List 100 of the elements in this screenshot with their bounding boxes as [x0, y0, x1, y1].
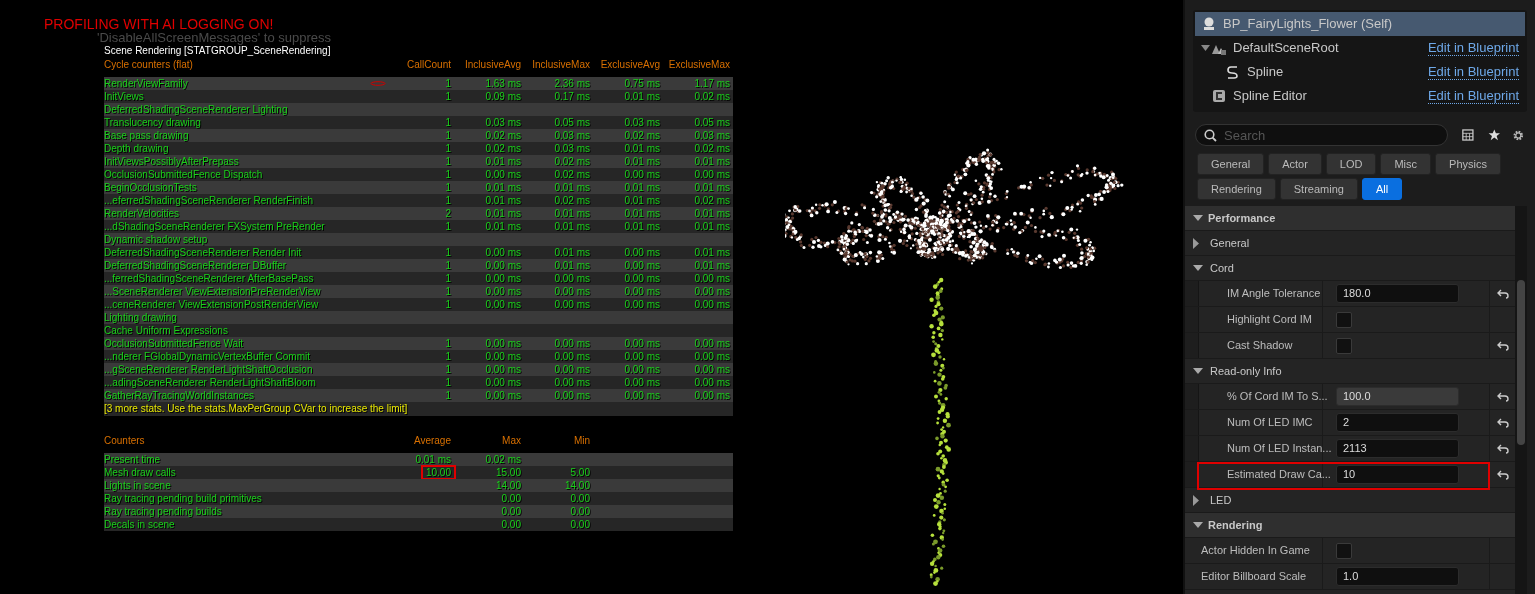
search-field[interactable]: Search	[1195, 124, 1448, 146]
category-header[interactable]: Rendering	[1208, 516, 1263, 534]
reset-arrow-icon[interactable]	[1496, 443, 1509, 454]
stat-value: 0.00 ms	[485, 390, 521, 401]
filter-tab[interactable]: Misc	[1380, 153, 1432, 175]
filter-tab[interactable]: Streaming	[1279, 178, 1358, 200]
filter-tab[interactable]: Actor	[1268, 153, 1322, 175]
stat-value: 0.00 ms	[554, 351, 590, 362]
group-header[interactable]: General	[1210, 234, 1250, 252]
stat-name: DeferredShadingSceneRenderer Lighting	[104, 104, 288, 115]
stat-group-title: Scene Rendering [STATGROUP_SceneRendering]	[104, 45, 331, 56]
stat-value: 0.00 ms	[485, 299, 521, 310]
collapse-arrow-icon[interactable]	[1193, 215, 1205, 221]
stat-value: 0.00 ms	[554, 390, 590, 401]
component-label: DefaultSceneRoot	[1233, 39, 1340, 58]
table-icon[interactable]	[1462, 128, 1474, 142]
column-header: ExclusiveAvg	[600, 59, 660, 70]
column-header: ExclusiveMax	[668, 59, 730, 70]
stat-value: 0.02 ms	[694, 91, 730, 102]
collapse-arrow-icon[interactable]	[1201, 45, 1211, 51]
number-field[interactable]: 1.0	[1336, 567, 1459, 586]
number-field[interactable]: 2113	[1336, 439, 1459, 458]
stat-value: 0.01 ms	[624, 195, 660, 206]
stat-value: 0.01 ms	[694, 182, 730, 193]
stat-value: 0.02 ms	[485, 143, 521, 154]
stat-value: 0.00 ms	[485, 169, 521, 180]
stat-value: 0.00 ms	[554, 338, 590, 349]
filter-tab[interactable]: LOD	[1325, 153, 1377, 175]
stat-value: 0.01 ms	[554, 260, 590, 271]
stat-value: 0.02 ms	[554, 195, 590, 206]
counter-name: Decals in scene	[104, 519, 175, 530]
stat-value: 0.00 ms	[624, 286, 660, 297]
group-header[interactable]: Read-only Info	[1210, 362, 1282, 380]
stat-value: 0.03 ms	[554, 143, 590, 154]
counter-value: 0.00	[570, 518, 590, 531]
group-header[interactable]: Cord	[1210, 259, 1234, 277]
spline-icon	[1225, 64, 1241, 80]
reset-arrow-icon[interactable]	[1496, 340, 1509, 351]
readonly-field: 100.0	[1336, 387, 1459, 406]
stat-value: 1	[445, 117, 451, 128]
group-header[interactable]: LED	[1210, 491, 1232, 509]
stat-value: 0.00 ms	[485, 247, 521, 258]
filter-tab[interactable]: Physics	[1435, 153, 1501, 175]
component-row[interactable]: BP_FairyLights_Flower (Self)	[1195, 12, 1525, 36]
stat-name: ...SceneRenderer ViewExtensionPreRenderView	[104, 286, 321, 297]
stat-value: 1	[445, 169, 451, 180]
stat-value: 1	[445, 364, 451, 375]
stat-value: 0.01 ms	[485, 221, 521, 232]
counter-value: 0.00	[501, 505, 521, 518]
reset-arrow-icon[interactable]	[1496, 288, 1509, 299]
stat-value: 1	[445, 221, 451, 232]
edit-in-blueprint-link[interactable]: Edit in Blueprint	[1427, 64, 1519, 80]
counter-value: 0.00	[570, 492, 590, 505]
stat-value: 1	[445, 390, 451, 401]
stat-value: 0.00 ms	[694, 351, 730, 362]
stat-name: DeferredShadingSceneRenderer DBuffer	[104, 260, 287, 271]
number-field[interactable]: 180.0	[1336, 284, 1459, 303]
checkbox[interactable]	[1336, 337, 1352, 354]
reset-arrow-icon[interactable]	[1496, 417, 1509, 428]
reset-arrow-icon[interactable]	[1496, 469, 1509, 480]
reset-arrow-icon[interactable]	[1496, 391, 1509, 402]
collapse-arrow-icon[interactable]	[1193, 368, 1205, 374]
counter-value: 14.00	[495, 479, 521, 492]
stat-value: 1.17 ms	[694, 78, 730, 89]
filter-tab[interactable]: General	[1197, 153, 1265, 175]
stat-value: 1	[445, 143, 451, 154]
component-row[interactable]: DefaultSceneRoot Edit in Blueprint	[1195, 36, 1525, 60]
counter-value: 0.01 ms	[415, 453, 451, 466]
actor-icon	[1201, 16, 1217, 32]
category-header[interactable]: Performance	[1208, 209, 1276, 227]
edit-in-blueprint-link[interactable]: Edit in Blueprint	[1427, 40, 1519, 56]
edit-in-blueprint-link[interactable]: Edit in Blueprint	[1427, 88, 1519, 104]
property-label: Num Of LED Instan...	[1227, 441, 1332, 457]
number-field[interactable]: 2	[1336, 413, 1459, 432]
stat-name: GatherRayTracingWorldInstances	[104, 390, 255, 401]
star-icon[interactable]	[1487, 128, 1501, 142]
stat-value: 0.09 ms	[485, 91, 521, 102]
stat-value: 0.01 ms	[624, 208, 660, 219]
checkbox[interactable]	[1336, 311, 1352, 328]
stat-value: 0.00 ms	[554, 273, 590, 284]
collapse-arrow-icon[interactable]	[1193, 265, 1205, 271]
number-field[interactable]: 10	[1336, 465, 1459, 484]
filter-tab[interactable]: All	[1361, 178, 1403, 200]
stat-value: 0.00 ms	[624, 247, 660, 258]
stat-value: 0.00 ms	[554, 299, 590, 310]
stat-value: 2.36 ms	[554, 78, 590, 89]
filter-tab[interactable]: Rendering	[1197, 178, 1276, 200]
collapse-arrow-icon[interactable]	[1193, 522, 1205, 528]
stat-value: 0.02 ms	[694, 195, 730, 206]
stat-value: 0.03 ms	[485, 117, 521, 128]
counter-value: 0.00	[501, 518, 521, 531]
warning-message: PROFILING WITH AI LOGGING ON!	[44, 16, 274, 32]
counter-value: 15.00	[495, 466, 521, 479]
stat-value: 0.00 ms	[624, 338, 660, 349]
scrollbar-thumb[interactable]	[1517, 280, 1525, 445]
stat-value: 1	[445, 338, 451, 349]
checkbox[interactable]	[1336, 542, 1352, 559]
component-row[interactable]: Spline Edit in Blueprint	[1195, 60, 1525, 84]
component-row[interactable]: Spline Editor Edit in Blueprint	[1195, 84, 1525, 108]
stat-name: Depth drawing	[104, 143, 169, 154]
